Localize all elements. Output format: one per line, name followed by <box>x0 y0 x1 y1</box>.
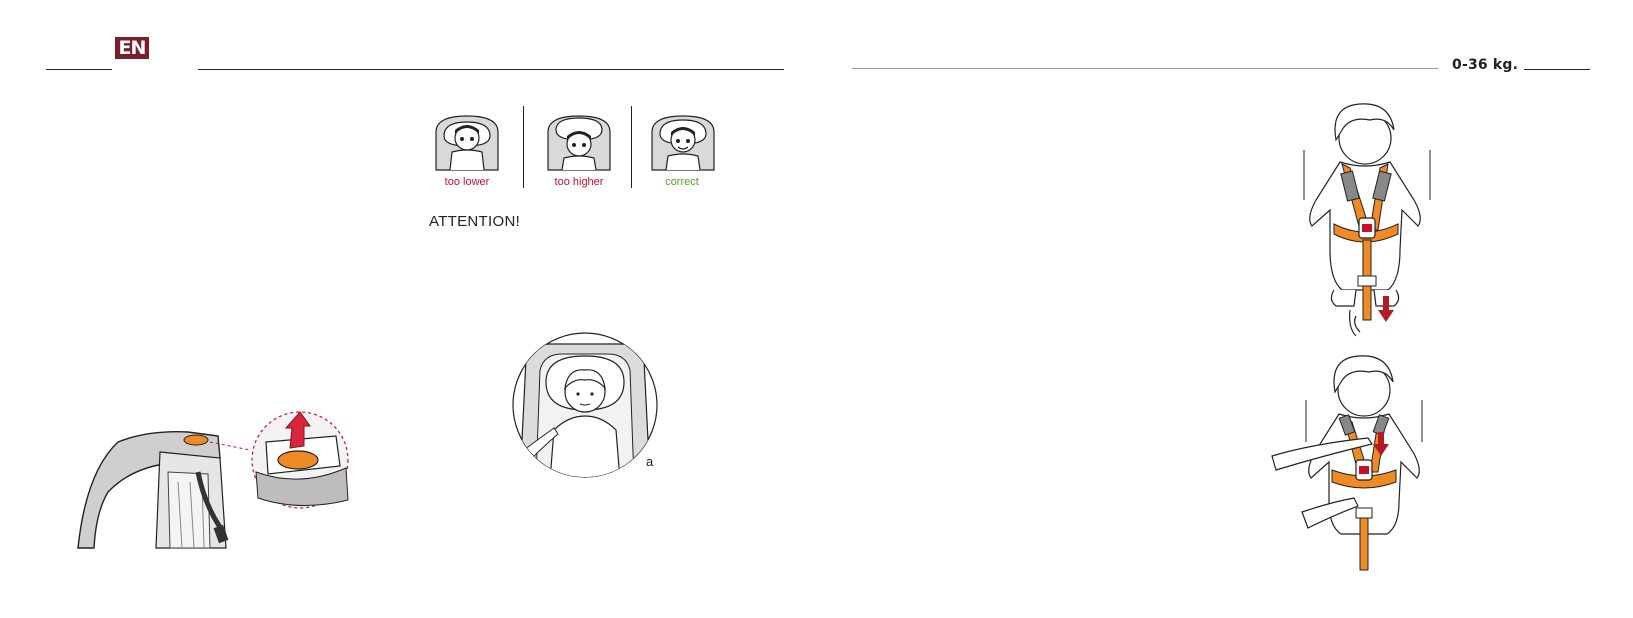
headrest-too-high-illustration <box>547 115 611 171</box>
harness-tighten-illustration <box>1303 103 1431 337</box>
header-rule-left-short <box>46 69 112 70</box>
caption-too-lower: too lower <box>444 176 490 188</box>
attention-heading: ATTENTION! <box>429 213 521 230</box>
caption-too-higher: too higher <box>554 176 604 188</box>
divider-2 <box>631 106 632 188</box>
child-headrest-closeup-illustration <box>512 332 658 478</box>
headrest-correct-illustration <box>651 115 715 171</box>
divider-1 <box>523 106 524 188</box>
caption-correct: correct <box>665 176 699 188</box>
headrest-too-low-illustration <box>435 115 499 171</box>
harness-loosen-illustration <box>1271 355 1423 571</box>
figure-label-a: a <box>646 454 654 469</box>
header-rule-left-long <box>198 69 784 70</box>
header-rule-right-long <box>852 68 1438 69</box>
language-badge: EN <box>115 37 149 59</box>
weight-range-label: 0-36 kg. <box>1452 57 1519 73</box>
seat-release-lever-illustration <box>77 411 349 549</box>
header-rule-right-short <box>1524 69 1590 70</box>
